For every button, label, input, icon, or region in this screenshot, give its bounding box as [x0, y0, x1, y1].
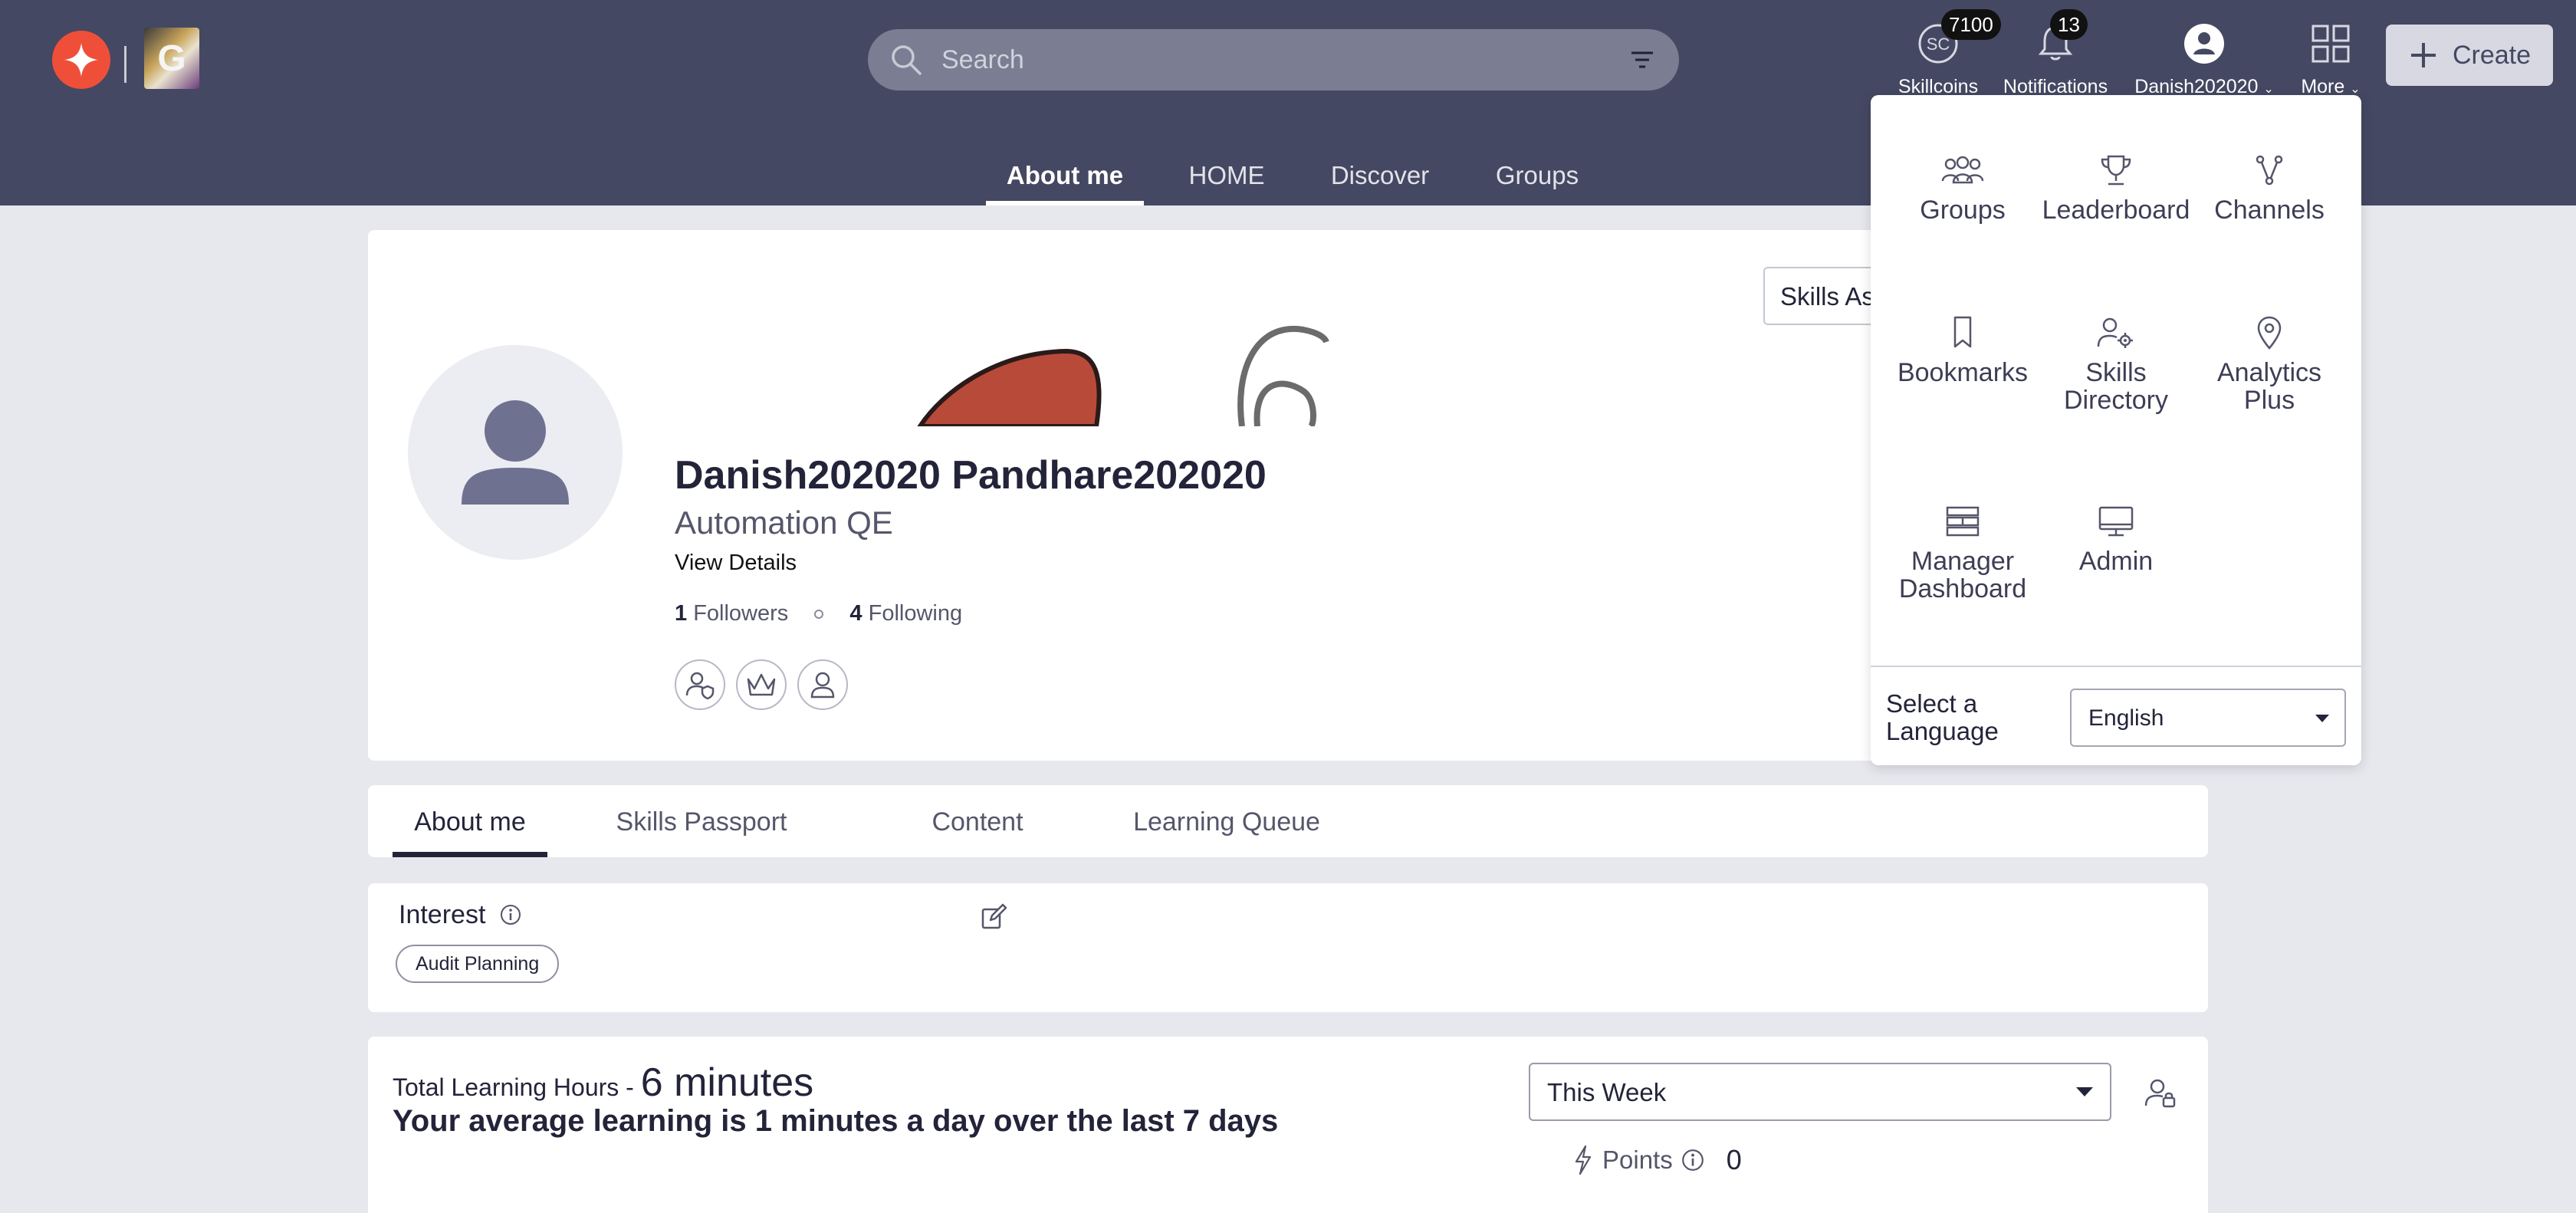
view-details-link[interactable]: View Details: [675, 551, 797, 576]
menu-item-manager-dashboard[interactable]: Manager Dashboard: [1886, 500, 2039, 603]
tab-about-me[interactable]: About me: [393, 785, 547, 857]
menu-item-analytics-plus[interactable]: Analytics Plus: [2193, 311, 2346, 414]
app-logo[interactable]: [52, 31, 110, 89]
more-menu-button[interactable]: More ⌄: [2292, 21, 2369, 98]
cover-image: [874, 307, 1411, 426]
create-button[interactable]: Create: [2386, 25, 2553, 86]
caret-down-icon: [2076, 1087, 2093, 1096]
language-select[interactable]: English: [2070, 689, 2346, 747]
interest-title: Interest: [399, 900, 522, 930]
profile-job-title: Automation QE: [675, 505, 893, 541]
tab-skills-passport[interactable]: Skills Passport: [606, 785, 797, 857]
cover-artwork: [917, 325, 1329, 426]
plus-icon: [2410, 43, 2436, 67]
skills-directory-icon: [2097, 317, 2133, 348]
chevron-down-icon: ⌄: [2263, 83, 2274, 96]
grid-icon: [2312, 25, 2350, 63]
points-value: 0: [1726, 1144, 1742, 1175]
notifications-button[interactable]: 13 Notifications: [1998, 9, 2113, 98]
user-menu-button[interactable]: Danish202020 ⌄: [2131, 21, 2277, 98]
caret-down-icon: [2315, 715, 2329, 722]
total-learning-value: 6 minutes: [640, 1060, 814, 1105]
nav-tab-home[interactable]: HOME: [1173, 153, 1280, 205]
user-outline-icon: [810, 672, 835, 699]
search-icon: [892, 45, 922, 75]
info-icon[interactable]: [499, 903, 522, 926]
following-link[interactable]: 4 Following: [849, 601, 962, 626]
channels-icon: [2256, 155, 2283, 186]
trophy-icon: [2101, 155, 2131, 186]
search-bar[interactable]: [868, 29, 1679, 90]
interest-section: Interest Audit Planning: [368, 883, 2208, 1012]
average-learning-text: Your average learning is 1 minutes a day…: [393, 1104, 1279, 1138]
menu-item-groups[interactable]: Groups: [1886, 149, 2039, 224]
language-label: Select a Language: [1886, 689, 1999, 745]
menu-item-admin[interactable]: Admin: [2039, 500, 2193, 575]
skillcoins-count-badge: 7100: [1941, 9, 2001, 40]
edit-icon[interactable]: [980, 903, 1007, 931]
nav-tab-groups[interactable]: Groups: [1480, 153, 1595, 205]
more-dropdown-menu: Groups Leaderboard Channels Bookmarks Sk…: [1871, 95, 2361, 765]
groups-icon: [1941, 156, 1984, 184]
info-icon[interactable]: [1681, 1148, 1705, 1172]
points-display: Points 0: [1572, 1144, 1742, 1176]
achievement-badge[interactable]: [797, 659, 848, 710]
svg-text:SC: SC: [1927, 35, 1950, 54]
bookmark-icon: [1953, 316, 1972, 348]
interest-chip[interactable]: Audit Planning: [396, 945, 560, 983]
profile-avatar[interactable]: [408, 345, 623, 560]
menu-item-leaderboard[interactable]: Leaderboard: [2039, 149, 2193, 224]
search-input[interactable]: [941, 29, 1601, 90]
learning-hours-section: Total Learning Hours - 6 minutes Your av…: [368, 1037, 2208, 1213]
menu-item-bookmarks[interactable]: Bookmarks: [1886, 311, 2039, 386]
total-learning-hours: Total Learning Hours - 6 minutes: [393, 1060, 814, 1105]
skillcoins-button[interactable]: SC 7100 Skillcoins: [1892, 9, 2001, 98]
user-lock-icon[interactable]: [2144, 1077, 2177, 1110]
tab-content[interactable]: Content: [905, 785, 1050, 857]
notifications-count-badge: 13: [2050, 9, 2088, 40]
logo-divider: [124, 46, 127, 83]
filter-icon[interactable]: [1628, 46, 1656, 74]
achievement-badge[interactable]: [736, 659, 787, 710]
nav-tab-about-me[interactable]: About me: [986, 153, 1144, 205]
user-avatar-icon: [2184, 24, 2224, 64]
menu-item-skills-directory[interactable]: Skills Directory: [2039, 311, 2193, 414]
followers-link[interactable]: 1 Followers: [675, 601, 788, 626]
monitor-icon: [2098, 506, 2134, 537]
location-pin-icon: [2257, 316, 2282, 350]
dashboard-icon: [1946, 506, 1980, 537]
menu-item-channels[interactable]: Channels: [2193, 149, 2346, 224]
tab-learning-queue[interactable]: Learning Queue: [1104, 785, 1349, 857]
period-select[interactable]: This Week: [1529, 1063, 2111, 1121]
user-silhouette-icon: [462, 400, 569, 505]
nav-tab-discover[interactable]: Discover: [1317, 153, 1443, 205]
company-logo: G: [144, 28, 199, 89]
separator-dot: [814, 610, 824, 620]
star-logo-icon: [64, 43, 98, 77]
profile-name: Danish202020 Pandhare202020: [675, 453, 1267, 498]
crown-icon: [747, 673, 776, 696]
chevron-down-icon: ⌄: [2350, 83, 2361, 96]
user-shield-icon: [685, 672, 715, 700]
lightning-icon: [1575, 1145, 1592, 1175]
create-label: Create: [2452, 40, 2532, 70]
menu-divider: [1871, 666, 2361, 667]
follow-stats: 1 Followers 4 Following: [675, 601, 962, 626]
achievement-badge[interactable]: [675, 659, 725, 710]
profile-tabs: About me Skills Passport Content Learnin…: [368, 785, 2208, 857]
